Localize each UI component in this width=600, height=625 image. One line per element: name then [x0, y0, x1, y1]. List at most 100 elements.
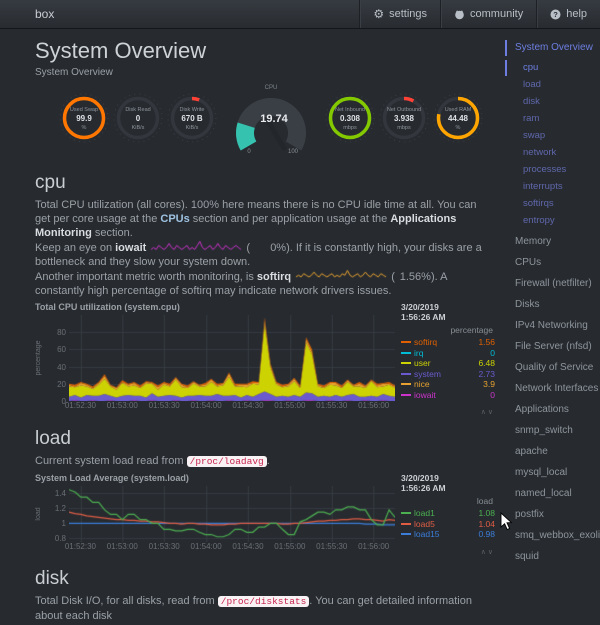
- load-heading: load: [35, 428, 505, 450]
- svg-text:Disk Write: Disk Write: [180, 107, 205, 113]
- x-tick: 01:55:30: [316, 542, 347, 551]
- sidebar-item-load[interactable]: load: [505, 77, 600, 93]
- sidebar-item-disks[interactable]: Disks: [505, 297, 600, 313]
- sidebar-item-postfix[interactable]: postfix: [505, 507, 600, 523]
- softirq-sparkline[interactable]: [295, 269, 387, 280]
- gauge-disk-write[interactable]: Disk Write670 BKiB/s: [165, 89, 219, 156]
- x-tick: 01:52:30: [65, 401, 96, 410]
- gauge-net-outbound[interactable]: Net Outbound3.938mbps: [377, 89, 431, 156]
- proc-diskstats-code: /proc/diskstats: [218, 596, 310, 607]
- sidebar-item-system-overview[interactable]: System Overview: [505, 40, 600, 56]
- cpu-chart: Total CPU utilization (system.cpu) perce…: [35, 302, 495, 416]
- legend-item-system[interactable]: system2.73: [401, 369, 495, 380]
- settings-button[interactable]: ⚙ settings: [359, 0, 440, 28]
- load-chart-canvas[interactable]: [69, 486, 395, 542]
- x-tick: 01:56:00: [358, 542, 389, 551]
- sidebar-item-cpu[interactable]: cpu: [505, 60, 600, 76]
- help-button[interactable]: ? help: [536, 0, 600, 28]
- cpu-description: Total CPU utilization (all cores). 100% …: [35, 198, 490, 298]
- sidebar-item-ram[interactable]: ram: [505, 111, 600, 127]
- sidebar-item-entropy[interactable]: entropy: [505, 213, 600, 229]
- gauge-used-swap[interactable]: Used Swap99.9%: [57, 89, 111, 156]
- sidebar-item-applications[interactable]: Applications: [505, 402, 600, 418]
- cpu-chart-xticks: 01:52:3001:53:0001:53:3001:54:0001:54:30…: [69, 401, 395, 412]
- sidebar-item-network[interactable]: network: [505, 145, 600, 161]
- legend-label: nice: [414, 379, 430, 390]
- y-tick: 60: [57, 345, 66, 354]
- gauge-used-ram[interactable]: Used RAM44.48%: [431, 89, 485, 156]
- load-chart-legend: 3/20/2019 1:56:26 AM load load11.08load5…: [395, 473, 495, 556]
- legend-item-iowait[interactable]: iowait0: [401, 390, 495, 401]
- gauge-net-inbound[interactable]: Net Inbound0.308mbps: [323, 89, 377, 156]
- legend-item-nice[interactable]: nice 3.9: [401, 379, 495, 390]
- legend-item-load5[interactable]: load5 1.04: [401, 519, 495, 530]
- x-tick: 01:54:30: [232, 401, 263, 410]
- sidebar-item-network-interfaces[interactable]: Network Interfaces: [505, 381, 600, 397]
- community-button[interactable]: community: [440, 0, 536, 28]
- legend-label: load5: [414, 519, 435, 530]
- sidebar-item-processes[interactable]: processes: [505, 162, 600, 178]
- legend-value: 1.08: [478, 508, 495, 519]
- sidebar-item-squid[interactable]: squid: [505, 549, 600, 562]
- top-navbar: box ⚙ settings community ? help: [0, 0, 600, 29]
- softirq-value: 1.56%: [395, 270, 431, 284]
- iowait-value: 0%: [250, 241, 286, 255]
- legend-item-irq[interactable]: irq0: [401, 348, 495, 359]
- x-tick: 01:55:30: [316, 401, 347, 410]
- sidebar-item-snmp-switch[interactable]: snmp_switch: [505, 423, 600, 439]
- sidebar-item-named-local[interactable]: named_local: [505, 486, 600, 502]
- chart-date: 3/20/2019: [401, 302, 495, 312]
- load-description: Current system load read from /proc/load…: [35, 454, 490, 469]
- cpu-chart-canvas[interactable]: [69, 315, 395, 401]
- cpus-link[interactable]: CPUs: [160, 213, 189, 225]
- cpu-chart-legend: 3/20/2019 1:56:26 AM percentage softirq1…: [395, 302, 495, 416]
- sidebar-item-softirqs[interactable]: softirqs: [505, 196, 600, 212]
- main-content: System Overview System Overview Used Swa…: [0, 28, 505, 625]
- legend-item-user[interactable]: user6.48: [401, 358, 495, 369]
- sidebar-item-interrupts[interactable]: interrupts: [505, 179, 600, 195]
- legend-value: 0.98: [478, 529, 495, 540]
- y-tick: 80: [57, 328, 66, 337]
- cpu-heading: cpu: [35, 172, 505, 194]
- svg-text:0.308: 0.308: [340, 114, 361, 123]
- legend-value: 0: [490, 348, 495, 359]
- svg-text:44.48: 44.48: [448, 114, 469, 123]
- x-tick: 01:54:00: [191, 542, 222, 551]
- legend-item-softirq[interactable]: softirq1.56: [401, 337, 495, 348]
- x-tick: 01:54:00: [191, 401, 222, 410]
- sidebar-item-ipv4-networking[interactable]: IPv4 Networking: [505, 318, 600, 334]
- svg-text:Used RAM: Used RAM: [445, 107, 472, 113]
- sidebar-item-apache[interactable]: apache: [505, 444, 600, 460]
- page-subtitle: System Overview: [35, 67, 505, 78]
- legend-units: percentage: [401, 325, 493, 335]
- sidebar-item-file-server-nfsd-[interactable]: File Server (nfsd): [505, 339, 600, 355]
- gauge-disk-read[interactable]: Disk Read0KiB/s: [111, 89, 165, 156]
- cpu-chart-yticks: 020406080: [45, 315, 69, 401]
- sidebar-item-cpus[interactable]: CPUs: [505, 255, 600, 271]
- sidebar-item-firewall-netfilter-[interactable]: Firewall (netfilter): [505, 276, 600, 292]
- sidebar-item-quality-of-service[interactable]: Quality of Service: [505, 360, 600, 376]
- legend-resize-handle[interactable]: ∧∨: [401, 408, 495, 416]
- legend-label: iowait: [414, 390, 436, 401]
- legend-swatch: [401, 373, 411, 375]
- legend-resize-handle[interactable]: ∧∨: [401, 548, 495, 556]
- sidebar-item-mysql-local[interactable]: mysql_local: [505, 465, 600, 481]
- gauge-cpu[interactable]: CPU19.740100: [221, 85, 321, 160]
- iowait-sparkline[interactable]: [150, 240, 242, 251]
- community-icon: [454, 9, 465, 20]
- legend-value: 3.9: [483, 379, 495, 390]
- legend-label: load15: [414, 529, 440, 540]
- legend-item-load1[interactable]: load1 1.08: [401, 508, 495, 519]
- legend-value: 1.04: [478, 519, 495, 530]
- legend-item-load15[interactable]: load15 0.98: [401, 529, 495, 540]
- x-tick: 01:53:30: [149, 542, 180, 551]
- sidebar-item-swap[interactable]: swap: [505, 128, 600, 144]
- svg-text:Net Outbound: Net Outbound: [387, 107, 421, 113]
- sidebar-item-smq-webbox-exoliks[interactable]: smq_webbox_exoliks: [505, 528, 600, 544]
- disk-description: Total Disk I/O, for all disks, read from…: [35, 594, 490, 623]
- sidebar-item-disk[interactable]: disk: [505, 94, 600, 110]
- legend-label: load1: [414, 508, 435, 519]
- x-tick: 01:53:00: [107, 401, 138, 410]
- load-section: load Current system load read from /proc…: [35, 428, 505, 556]
- sidebar-item-memory[interactable]: Memory: [505, 234, 600, 250]
